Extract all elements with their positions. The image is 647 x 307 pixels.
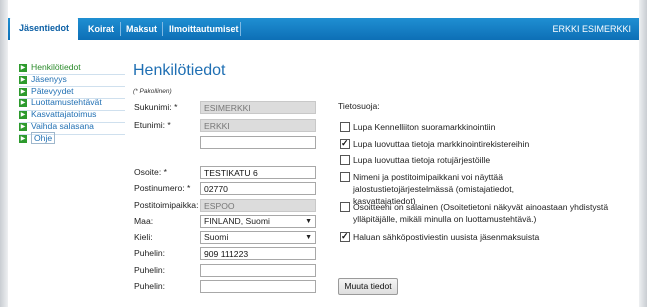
privacy-option-label: Osoitteeni on salainen (Osoitetietoni nä… — [353, 202, 609, 224]
postitoimipaikka-field — [200, 199, 316, 212]
save-button[interactable]: Muuta tiedot — [338, 278, 398, 295]
sukunimi-field — [200, 101, 316, 114]
required-note: (* Pakollinen) — [133, 88, 172, 95]
arrow-right-icon: ▶ — [19, 122, 27, 131]
arrow-right-icon: ▶ — [19, 87, 27, 96]
tab-jasentiedot[interactable]: Jäsentiedot — [10, 16, 78, 40]
nav-divider — [240, 22, 241, 36]
sidebar-item-henkilotiedot[interactable]: ▶ Henkilötiedot — [19, 62, 81, 73]
arrow-right-icon: ▶ — [19, 98, 27, 107]
nav-divider — [120, 22, 121, 36]
checkbox[interactable] — [340, 172, 350, 182]
postinumero-field[interactable] — [200, 182, 316, 195]
arrow-right-icon: ▶ — [19, 110, 27, 119]
nav-divider — [162, 22, 163, 36]
arrow-right-icon: ▶ — [19, 75, 27, 84]
arrow-right-icon: ▶ — [19, 63, 27, 72]
arrow-right-icon: ▶ — [19, 134, 27, 143]
sidebar-item-vaihda-salasana[interactable]: ▶ Vaihda salasana — [19, 121, 94, 132]
privacy-option-label: Haluan sähköpostiviestin uusista jäsenma… — [353, 232, 540, 242]
checkbox[interactable] — [340, 230, 350, 242]
puhelin-label-3: Puhelin: — [134, 281, 166, 291]
puhelin-field-1[interactable] — [200, 247, 316, 260]
tab-koirat[interactable]: Koirat — [88, 18, 114, 40]
chevron-down-icon: ▼ — [305, 218, 312, 225]
page-shadow-left — [0, 0, 8, 307]
kieli-label: Kieli: — [134, 232, 153, 242]
checkbox[interactable] — [340, 202, 350, 212]
puhelin-field-2[interactable] — [200, 264, 316, 277]
checkbox[interactable] — [340, 155, 350, 165]
kieli-select-value: Suomi — [204, 232, 229, 242]
kieli-select[interactable]: Suomi ▼ — [200, 231, 316, 244]
privacy-option-label: Lupa luovuttaa tietoja markkinointirekis… — [353, 139, 530, 149]
etunimi-label: Etunimi: * — [134, 120, 171, 130]
sukunimi-label: Sukunimi: * — [134, 102, 178, 112]
postitoimipaikka-label: Postitoimipaikka: — [134, 200, 199, 210]
etunimi-field — [200, 119, 316, 132]
tab-ilmoittautumiset[interactable]: Ilmoittautumiset — [169, 18, 239, 40]
chevron-down-icon: ▼ — [305, 234, 312, 241]
osoite-label: Osoite: * — [134, 167, 167, 177]
tab-label: Jäsentiedot — [18, 23, 69, 33]
extra-name-field[interactable] — [200, 136, 316, 149]
checkbox[interactable] — [340, 122, 350, 132]
postinumero-label: Postinumero: * — [134, 183, 191, 193]
checkbox[interactable] — [340, 137, 350, 149]
maa-label: Maa: — [134, 216, 154, 226]
tietosuoja-heading: Tietosuoja: — [338, 101, 380, 111]
maa-select[interactable]: FINLAND, Suomi ▼ — [200, 215, 316, 228]
privacy-option-label: Lupa Kennelliiton suoramarkkinointiin — [353, 122, 496, 132]
privacy-option-label: Lupa luovuttaa tietoja rotujärjestöille — [353, 155, 491, 165]
sidebar-item-jasenyys[interactable]: ▶ Jäsenyys — [19, 74, 67, 85]
puhelin-field-3[interactable] — [200, 280, 316, 293]
sidebar-item-kasvattajatoimus[interactable]: ▶ Kasvattajatoimus — [19, 109, 96, 120]
sidebar-item-luottamustehtavat[interactable]: ▶ Luottamustehtävät — [19, 97, 102, 108]
page-title: Henkilötiedot — [133, 62, 226, 79]
user-name[interactable]: ERKKI ESIMERKKI — [552, 18, 631, 40]
puhelin-label-2: Puhelin: — [134, 265, 166, 275]
maa-select-value: FINLAND, Suomi — [204, 216, 270, 226]
sidebar-item-patevyydet[interactable]: ▶ Pätevyydet — [19, 86, 74, 97]
puhelin-label-1: Puhelin: — [134, 248, 166, 258]
sidebar-item-ohje[interactable]: ▶ Ohje — [19, 132, 56, 144]
tab-maksut[interactable]: Maksut — [126, 18, 157, 40]
osoite-field[interactable] — [200, 166, 316, 179]
